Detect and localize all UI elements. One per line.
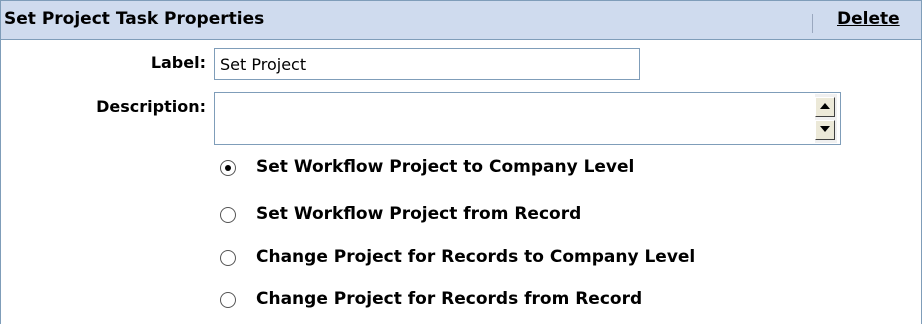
arrow-up-icon bbox=[820, 103, 830, 109]
task-properties-panel: Set Project Task Properties Delete Label… bbox=[0, 0, 922, 324]
option-label: Set Workflow Project to Company Level bbox=[256, 157, 635, 177]
radio-selected-dot bbox=[225, 165, 231, 171]
option-label: Change Project for Records from Record bbox=[256, 289, 643, 309]
radio-button[interactable] bbox=[220, 160, 236, 176]
description-field-caption: Description: bbox=[96, 97, 206, 116]
scroll-up-button[interactable] bbox=[815, 97, 835, 117]
radio-button[interactable] bbox=[220, 250, 236, 266]
description-textarea[interactable] bbox=[214, 92, 841, 145]
radio-button[interactable] bbox=[220, 207, 236, 223]
option-label: Set Workflow Project from Record bbox=[256, 204, 582, 224]
panel-header: Set Project Task Properties Delete bbox=[1, 1, 921, 40]
delete-link[interactable]: Delete bbox=[837, 9, 900, 29]
description-scrollbar[interactable] bbox=[815, 94, 837, 143]
scroll-down-button[interactable] bbox=[815, 120, 835, 140]
panel-title: Set Project Task Properties bbox=[4, 9, 265, 29]
label-input[interactable] bbox=[214, 48, 640, 80]
option-label: Change Project for Records to Company Le… bbox=[256, 247, 696, 267]
radio-button[interactable] bbox=[220, 292, 236, 308]
label-field-caption: Label: bbox=[150, 53, 206, 72]
arrow-down-icon bbox=[820, 126, 830, 132]
header-separator bbox=[812, 14, 813, 33]
